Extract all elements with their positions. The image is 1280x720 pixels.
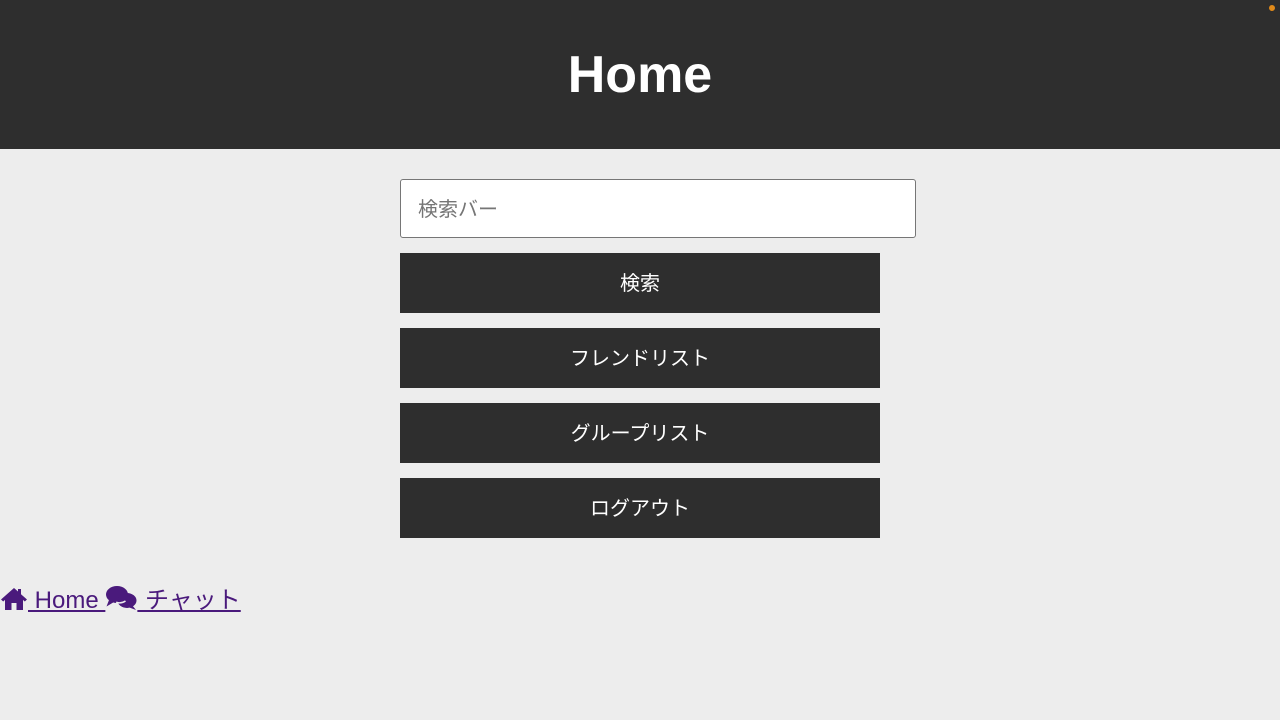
group-list-button[interactable]: グループリスト: [400, 403, 880, 463]
bottom-nav: Home チャット: [0, 583, 241, 617]
logout-button[interactable]: ログアウト: [400, 478, 880, 538]
chat-icon: [106, 586, 137, 610]
nav-link-home[interactable]: Home: [0, 587, 105, 614]
page-title: Home: [567, 46, 713, 104]
home-icon: [1, 588, 27, 610]
nav-label-chat: チャット: [137, 586, 241, 614]
nav-label-home: Home: [28, 587, 106, 614]
search-button[interactable]: 検索: [400, 253, 880, 313]
friend-list-button[interactable]: フレンドリスト: [400, 328, 880, 388]
page-header: Home: [0, 0, 1280, 149]
status-indicator-dot: [1269, 5, 1275, 11]
search-input[interactable]: [400, 179, 916, 238]
nav-link-chat[interactable]: チャット: [105, 586, 241, 614]
